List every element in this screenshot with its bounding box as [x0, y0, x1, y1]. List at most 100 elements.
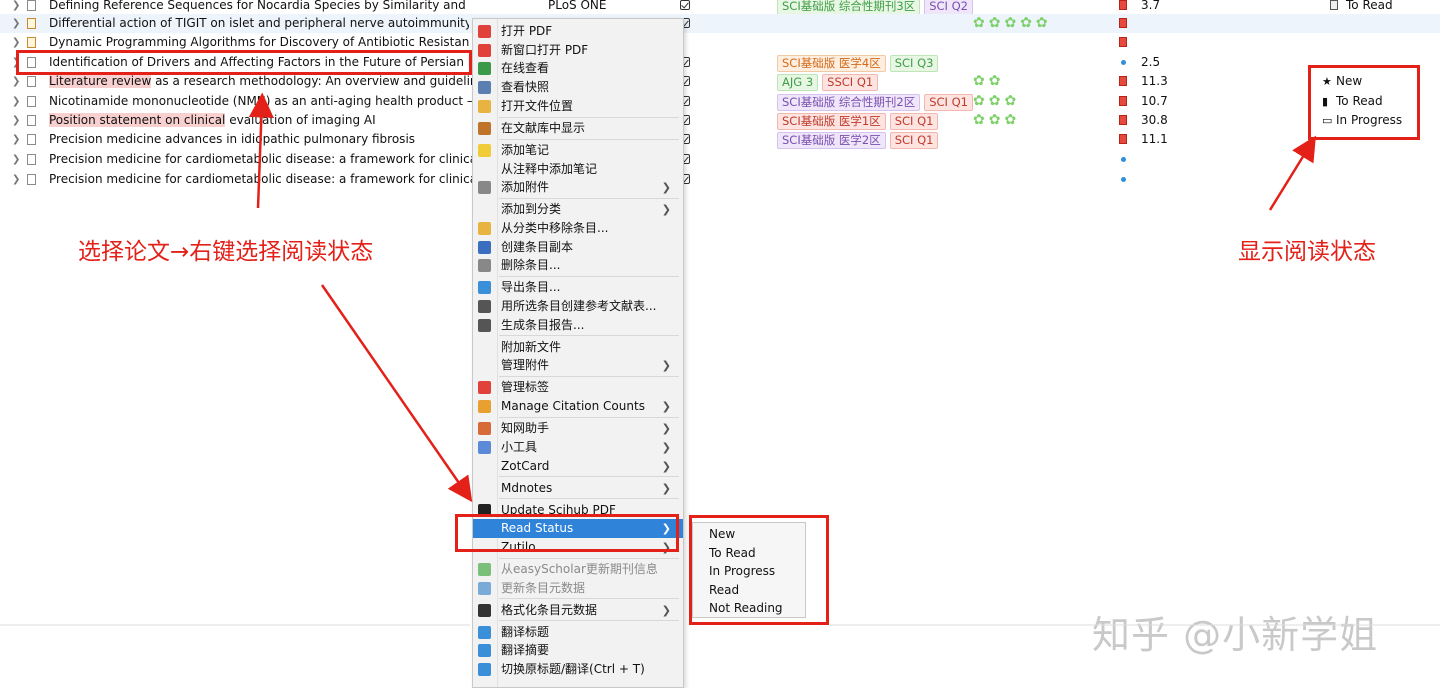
table-row[interactable]: ❯ Defining Reference Sequences for Nocard…	[0, 0, 1440, 15]
expand-chevron-icon[interactable]: ❯	[12, 111, 20, 130]
menu-item[interactable]: 在文献库中显示	[473, 119, 683, 138]
link-attachment-icon[interactable]	[1121, 177, 1126, 182]
translate-icon	[478, 625, 491, 639]
menu-item-label: 格式化条目元数据	[501, 602, 598, 617]
row-checkbox[interactable]	[680, 0, 690, 10]
menu-item[interactable]: 打开文件位置	[473, 97, 683, 116]
table-row[interactable]: ❯ Precision medicine for cardiometabolic …	[0, 170, 1440, 189]
submenu-arrow-icon: ❯	[661, 359, 671, 373]
menu-item[interactable]: 从easyScholar更新期刊信息	[473, 560, 683, 579]
journal-tags: SCI基础版 医学2区 SCI Q1	[777, 131, 942, 149]
menu-item-label: 添加附件	[501, 180, 550, 195]
expand-chevron-icon[interactable]: ❯	[12, 150, 20, 169]
journal-tag: SCI基础版 综合性期刊3区	[777, 0, 921, 15]
globe-icon	[478, 62, 491, 76]
menu-item-label: Manage Citation Counts	[501, 399, 645, 414]
menu-item[interactable]: 用所选条目创建参考文献表...	[473, 297, 683, 316]
refresh-icon	[478, 581, 491, 595]
menu-item[interactable]: 添加附件 ❯	[473, 178, 683, 197]
menu-item[interactable]: 在线查看	[473, 59, 683, 78]
expand-chevron-icon[interactable]: ❯	[12, 14, 20, 33]
menu-item-label: 用所选条目创建参考文献表...	[501, 299, 657, 313]
table-row[interactable]: ❯ Nicotinamide mononucleotide (NMN) as an…	[0, 92, 1440, 111]
expand-chevron-icon[interactable]: ❯	[12, 130, 20, 149]
menu-item[interactable]: ZotCard ❯	[473, 457, 683, 476]
row-title: Precision medicine advances in idiopathi…	[49, 132, 416, 146]
expand-chevron-icon[interactable]: ❯	[12, 0, 20, 15]
menu-item-label: 小工具	[501, 439, 538, 454]
menu-separator	[499, 116, 679, 118]
pdf-attachment-icon[interactable]	[1119, 0, 1127, 10]
export-icon	[478, 281, 491, 295]
menu-item[interactable]: 切换原标题/翻译(Ctrl + T)	[473, 660, 683, 679]
pdf-attachment-icon[interactable]	[1119, 134, 1127, 144]
menu-item[interactable]: 创建条目副本	[473, 238, 683, 257]
menu-item-label: 查看快照	[501, 80, 550, 95]
table-row[interactable]: ❯ Precision medicine advances in idiopath…	[0, 130, 1440, 149]
menu-item[interactable]: Mdnotes ❯	[473, 479, 683, 498]
row-title: Position statement on clinical evaluatio…	[49, 113, 376, 127]
menu-item[interactable]: 从注释中添加笔记	[473, 160, 683, 179]
menu-separator	[499, 620, 679, 622]
menu-item[interactable]: 添加笔记	[473, 141, 683, 160]
pdf-attachment-icon[interactable]	[1119, 96, 1127, 106]
menu-item[interactable]: Manage Citation Counts ❯	[473, 397, 683, 416]
menu-item-label: 在文献库中显示	[501, 120, 586, 135]
submenu-arrow-icon: ❯	[661, 181, 671, 195]
menu-item-label: 创建条目副本	[501, 239, 574, 254]
trash-icon	[478, 259, 491, 273]
menu-item[interactable]: 新窗口打开 PDF	[473, 41, 683, 60]
menu-item[interactable]: 打开 PDF	[473, 22, 683, 41]
menu-item-label: 翻译摘要	[501, 643, 550, 658]
menu-item[interactable]: 查看快照	[473, 78, 683, 97]
menu-item[interactable]: 导出条目...	[473, 278, 683, 297]
pdf-attachment-icon[interactable]	[1119, 115, 1127, 125]
menu-item[interactable]: 生成条目报告...	[473, 316, 683, 335]
menu-item[interactable]: 管理附件 ❯	[473, 356, 683, 375]
menu-item[interactable]: 从分类中移除条目...	[473, 219, 683, 238]
pdf-attachment-icon[interactable]	[1119, 37, 1127, 47]
table-row[interactable]: ❯ Position statement on clinical evaluati…	[0, 111, 1440, 130]
menu-item[interactable]: 小工具 ❯	[473, 438, 683, 457]
table-row[interactable]: ❯ Precision medicine for cardiometabolic …	[0, 150, 1440, 169]
row-title: Differential action of TIGIT on islet an…	[49, 16, 469, 30]
link-attachment-icon[interactable]	[1121, 157, 1126, 162]
expand-chevron-icon[interactable]: ❯	[12, 170, 20, 189]
menu-item-label: 添加笔记	[501, 142, 550, 157]
translate-icon	[478, 663, 491, 676]
journal-tag: SCI基础版 医学1区	[777, 113, 886, 130]
menu-item-label: 从分类中移除条目...	[501, 220, 609, 235]
menu-separator	[499, 138, 679, 140]
left-annotation-text: 选择论文→右键选择阅读状态	[78, 239, 374, 265]
document-icon	[27, 18, 36, 29]
rating-clovers: ✿✿	[973, 73, 1005, 89]
journal-tag: SCI基础版 综合性期刊2区	[777, 94, 921, 111]
table-row[interactable]: ❯ Differential action of TIGIT on islet a…	[0, 14, 1440, 33]
right-annotation-text: 显示阅读状态	[1238, 239, 1376, 265]
menu-item[interactable]: 翻译摘要	[473, 641, 683, 660]
format-icon	[478, 603, 491, 617]
folder-remove-icon	[478, 221, 491, 235]
menu-item[interactable]: 翻译标题	[473, 623, 683, 642]
menu-item[interactable]: 管理标签	[473, 378, 683, 397]
document-icon	[27, 134, 36, 145]
menu-item[interactable]: 格式化条目元数据 ❯	[473, 601, 683, 620]
pdf-attachment-icon[interactable]	[1119, 18, 1127, 28]
menu-item[interactable]: 删除条目...	[473, 256, 683, 275]
menu-item[interactable]: 更新条目元数据	[473, 579, 683, 598]
submenu-arrow-icon: ❯	[661, 603, 671, 617]
menu-item-label: 管理标签	[501, 380, 550, 395]
document-icon	[27, 115, 36, 126]
wrench-icon	[478, 422, 491, 436]
pdf-attachment-icon[interactable]	[1119, 76, 1127, 86]
read-status-value: To Read	[1346, 0, 1393, 12]
expand-chevron-icon[interactable]: ❯	[12, 92, 20, 111]
menu-item[interactable]: 添加到分类 ❯	[473, 200, 683, 219]
submenu-arrow-icon: ❯	[661, 440, 671, 454]
journal-tags: AJG 3 SSCI Q1	[777, 73, 882, 91]
link-attachment-icon[interactable]	[1121, 60, 1126, 65]
journal-tag: SCI Q2	[924, 0, 973, 15]
menu-item[interactable]: 附加新文件	[473, 338, 683, 357]
report-icon	[478, 318, 491, 332]
menu-item[interactable]: 知网助手 ❯	[473, 419, 683, 438]
